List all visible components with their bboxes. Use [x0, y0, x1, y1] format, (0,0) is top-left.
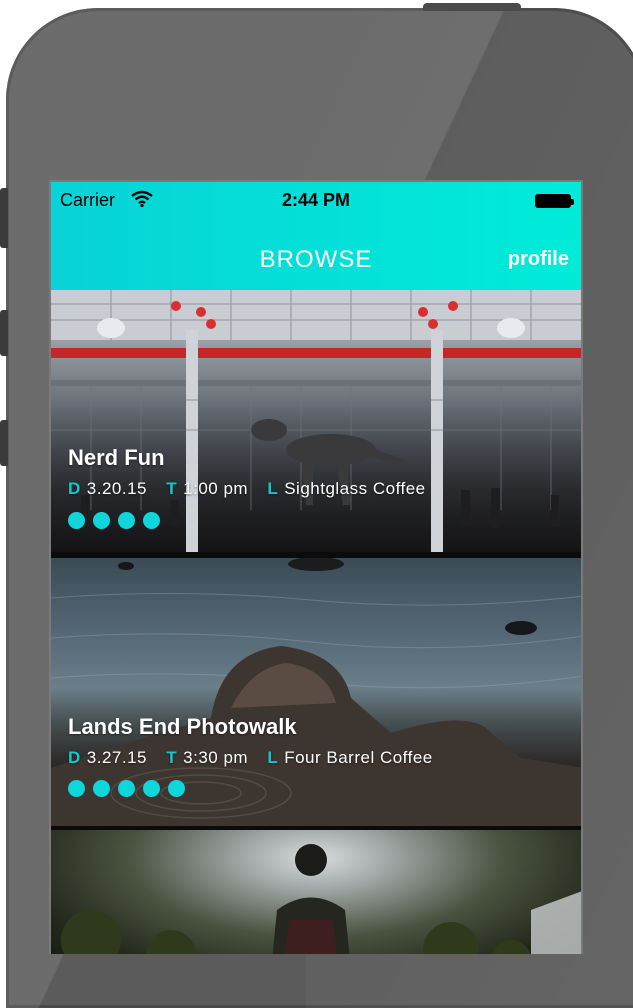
event-location: Sightglass Coffee	[284, 479, 426, 498]
event-meta: D 3.20.15 T 1:00 pm L Sightglass Coffee	[68, 479, 440, 499]
power-button	[423, 3, 521, 11]
time-label: T	[166, 479, 178, 498]
event-time: 1:00 pm	[183, 479, 249, 498]
attendee-dot	[68, 512, 85, 529]
attendee-dot	[143, 512, 160, 529]
date-label: D	[68, 748, 81, 767]
date-label: D	[68, 479, 81, 498]
attendee-dots	[68, 512, 160, 529]
event-title: Nerd Fun	[68, 445, 165, 470]
attendee-dot	[118, 780, 135, 797]
volume-up-button	[0, 310, 8, 356]
header: Carrier 2:44 PM BROWSE profile	[51, 182, 581, 290]
attendee-dot	[143, 780, 160, 797]
hiker-illustration	[61, 844, 581, 954]
time-label: T	[166, 748, 178, 767]
attendee-dot	[68, 780, 85, 797]
status-time: 2:44 PM	[281, 190, 351, 210]
event-card-partial[interactable]	[51, 830, 581, 954]
event-location: Four Barrel Coffee	[284, 748, 433, 767]
battery-icon	[535, 194, 574, 208]
screen: Carrier 2:44 PM BROWSE profile Nerd Fun …	[49, 180, 583, 954]
attendee-dot	[168, 780, 185, 797]
attendee-dot	[93, 780, 110, 797]
volume-down-button	[0, 420, 8, 466]
event-card-lands-end[interactable]: Lands End Photowalk D 3.27.15 T 3:30 pm LF…	[51, 558, 581, 826]
mute-switch	[0, 188, 8, 248]
page-title: BROWSE	[259, 246, 373, 273]
event-photo	[51, 830, 581, 954]
event-date: 3.27.15	[86, 748, 148, 767]
event-date: 3.20.15	[86, 479, 148, 498]
attendee-dot	[118, 512, 135, 529]
event-card-nerd-fun[interactable]: Nerd Fun D 3.20.15 T 1:00 pm L Sightglass C…	[51, 290, 581, 552]
event-meta: D 3.27.15 T 3:30 pm L Four Barrel Coffee	[68, 748, 447, 768]
attendee-dot	[93, 512, 110, 529]
profile-link[interactable]: profile	[508, 248, 569, 271]
location-label: L	[267, 748, 279, 767]
event-title: Lands End Photowalk	[68, 714, 297, 739]
event-time: 3:30 pm	[183, 748, 249, 767]
attendee-dots	[68, 780, 185, 797]
location-label: L	[267, 479, 279, 498]
status-bar: Carrier 2:44 PM	[51, 182, 581, 222]
